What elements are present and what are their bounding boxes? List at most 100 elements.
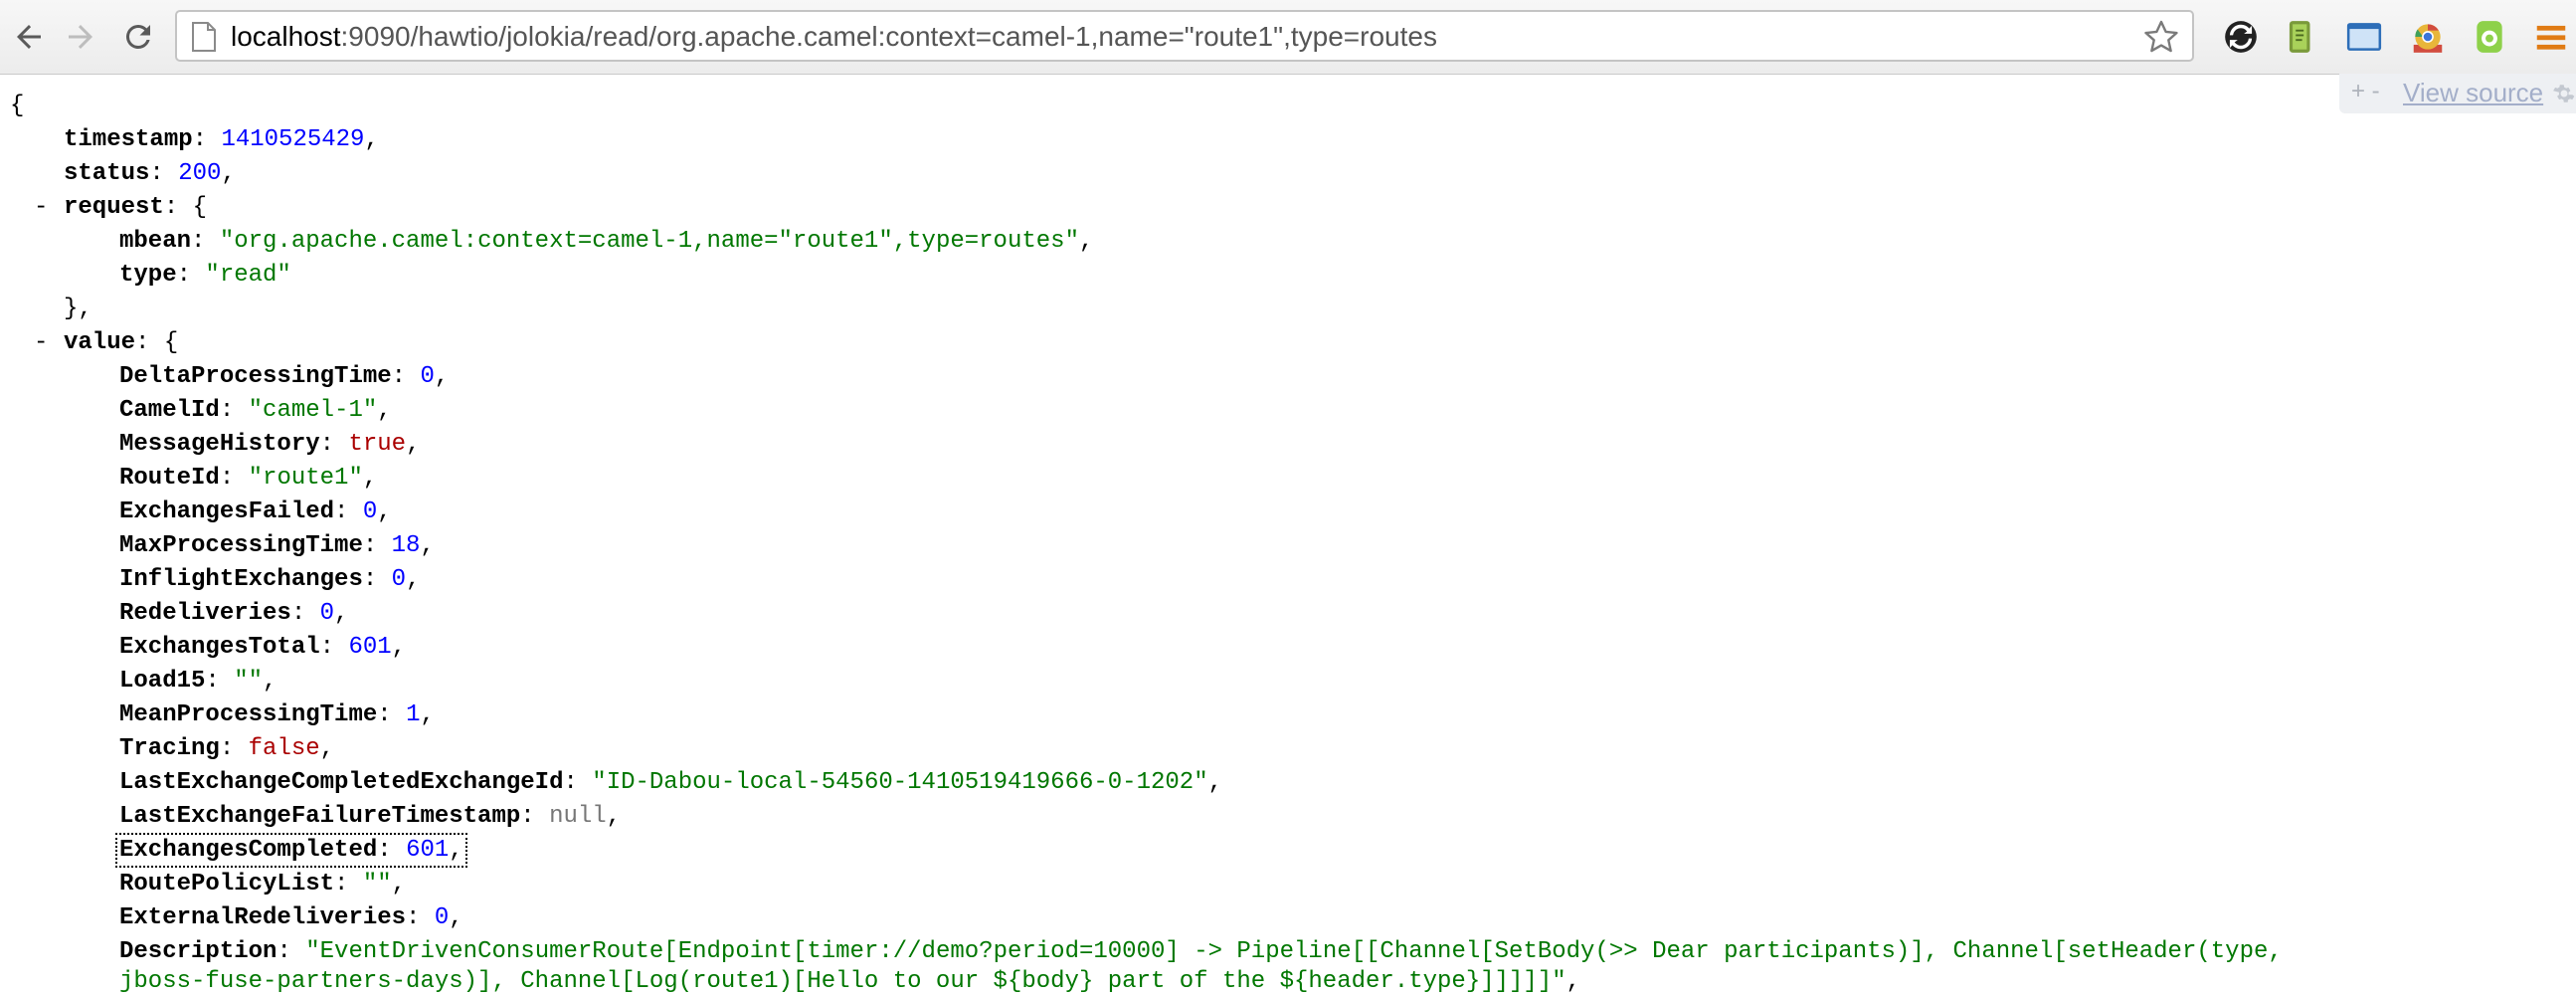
page-icon bbox=[192, 22, 216, 52]
json-colon: : { bbox=[163, 194, 208, 221]
json-key: MaxProcessingTime bbox=[119, 532, 363, 559]
json-row-content: Tracing: false, bbox=[119, 735, 334, 762]
window-resize-extension-button[interactable] bbox=[2345, 18, 2383, 56]
json-key: Description bbox=[119, 938, 277, 965]
json-colon: : bbox=[334, 498, 363, 525]
json-row: Tracing: false, bbox=[119, 732, 334, 766]
json-row: ExchangesTotal: 601, bbox=[119, 631, 406, 665]
reload-icon bbox=[125, 24, 150, 49]
json-key: status bbox=[64, 160, 150, 187]
json-key: LastExchangeCompletedExchangeId bbox=[119, 769, 564, 796]
json-key: ExchangesCompleted bbox=[119, 837, 378, 864]
json-key: ExternalRedeliveries bbox=[119, 904, 407, 931]
json-value: 0 bbox=[434, 904, 450, 931]
browser-toolbar: localhost:9090/hawtio/jolokia/read/org.a… bbox=[0, 0, 2576, 75]
json-key: InflightExchanges bbox=[119, 566, 363, 593]
json-value: "" bbox=[362, 871, 392, 897]
json-row: Load15: "", bbox=[119, 665, 276, 698]
json-key: Tracing bbox=[119, 735, 220, 762]
json-row-content: ExchangesTotal: 601, bbox=[119, 634, 406, 661]
json-key: Redeliveries bbox=[119, 600, 291, 627]
json-comma: , bbox=[1565, 968, 1581, 995]
json-comma: , bbox=[1207, 769, 1223, 796]
sync-icon bbox=[2225, 21, 2257, 53]
json-key: mbean bbox=[119, 228, 192, 255]
json-colon: : bbox=[219, 735, 249, 762]
address-bar[interactable]: localhost:9090/hawtio/jolokia/read/org.a… bbox=[175, 10, 2194, 62]
json-comma: , bbox=[434, 363, 450, 390]
chrome-menu-button[interactable] bbox=[2532, 18, 2570, 56]
json-value: 1410525429 bbox=[221, 126, 365, 153]
reload-button[interactable] bbox=[113, 12, 163, 62]
json-row: DeltaProcessingTime: 0, bbox=[119, 360, 449, 394]
json-comma: , bbox=[362, 465, 378, 492]
json-key: request bbox=[64, 194, 164, 221]
request-collapser[interactable]: - bbox=[34, 191, 48, 225]
json-row: MeanProcessingTime: 1, bbox=[119, 698, 435, 732]
back-arrow-icon bbox=[17, 25, 41, 49]
forward-button[interactable] bbox=[56, 12, 105, 62]
json-colon: : bbox=[219, 397, 249, 424]
url-text: localhost:9090/hawtio/jolokia/read/org.a… bbox=[231, 21, 1437, 53]
json-open-brace: { bbox=[10, 93, 25, 119]
json-row: MessageHistory: true, bbox=[119, 428, 420, 462]
json-colon: : bbox=[362, 566, 392, 593]
json-row-content: RoutePolicyList: "", bbox=[119, 871, 406, 897]
star-icon[interactable] bbox=[2142, 18, 2180, 56]
json-key: MeanProcessingTime bbox=[119, 701, 378, 728]
json-colon: : bbox=[149, 160, 179, 187]
json-key: RouteId bbox=[119, 465, 220, 492]
url-host: localhost bbox=[231, 21, 341, 52]
json-row: Redeliveries: 0, bbox=[119, 597, 348, 631]
json-row-mbean: mbean: "org.apache.camel:context=camel-1… bbox=[119, 225, 1093, 259]
json-value: 601 bbox=[348, 634, 392, 661]
json-row-content: DeltaProcessingTime: 0, bbox=[119, 363, 449, 390]
json-value: 601 bbox=[406, 837, 450, 864]
json-colon: : bbox=[377, 701, 407, 728]
json-colon: : bbox=[219, 465, 249, 492]
json-row-content: CamelId: "camel-1", bbox=[119, 397, 392, 424]
android-extension-button[interactable] bbox=[2471, 18, 2508, 56]
gear-icon[interactable] bbox=[2552, 82, 2576, 105]
json-row-content: LastExchangeFailureTimestamp: null, bbox=[119, 803, 621, 830]
json-key: DeltaProcessingTime bbox=[119, 363, 392, 390]
url-path: :9090/hawtio/jolokia/read/org.apache.cam… bbox=[340, 21, 1437, 52]
json-key: ExchangesTotal bbox=[119, 634, 320, 661]
expand-collapse-toggle[interactable]: + - bbox=[2351, 78, 2380, 105]
json-colon: : bbox=[563, 769, 593, 796]
json-row-content: MessageHistory: true, bbox=[119, 431, 420, 458]
json-value: "read" bbox=[205, 262, 291, 289]
json-row: RouteId: "route1", bbox=[119, 462, 377, 496]
view-source-link[interactable]: View source bbox=[2403, 78, 2543, 108]
json-row: InflightExchanges: 0, bbox=[119, 563, 420, 597]
chrome-extension-button[interactable] bbox=[2409, 18, 2447, 56]
back-button[interactable] bbox=[4, 12, 54, 62]
json-row: ExchangesFailed: 0, bbox=[119, 496, 392, 529]
json-key: CamelId bbox=[119, 397, 220, 424]
value-collapser[interactable]: - bbox=[34, 326, 48, 360]
json-value: null bbox=[549, 803, 607, 830]
json-value: "ID-Dabou-local-54560-1410519419666-0-12… bbox=[592, 769, 1208, 796]
json-comma: , bbox=[334, 600, 349, 627]
window-resize-icon bbox=[2346, 23, 2382, 51]
json-key: value bbox=[64, 329, 136, 356]
json-key: RoutePolicyList bbox=[119, 871, 335, 897]
json-colon: : bbox=[377, 837, 407, 864]
json-row-content: ExchangesCompleted: 601, bbox=[115, 833, 467, 868]
json-comma: , bbox=[364, 126, 379, 153]
view-source-panel: + - View source bbox=[2339, 74, 2576, 113]
json-value: "camel-1" bbox=[248, 397, 378, 424]
json-row-description: Description: "EventDrivenConsumerRoute[E… bbox=[119, 935, 2283, 969]
json-value: 18 bbox=[391, 532, 421, 559]
json-comma: , bbox=[263, 668, 277, 695]
evernote-extension-button[interactable] bbox=[2282, 18, 2319, 56]
json-row-content: ExternalRedeliveries: 0, bbox=[119, 904, 463, 931]
json-row: ExternalRedeliveries: 0, bbox=[119, 901, 463, 935]
json-comma: , bbox=[449, 904, 463, 931]
json-colon: : bbox=[319, 634, 349, 661]
json-value: jboss-fuse-partners-days)], Channel[Log(… bbox=[119, 968, 1566, 995]
chrome-icon bbox=[2413, 24, 2443, 53]
json-colon: : bbox=[192, 126, 222, 153]
sync-extension-button[interactable] bbox=[2222, 18, 2260, 56]
json-row-content: MeanProcessingTime: 1, bbox=[119, 701, 435, 728]
